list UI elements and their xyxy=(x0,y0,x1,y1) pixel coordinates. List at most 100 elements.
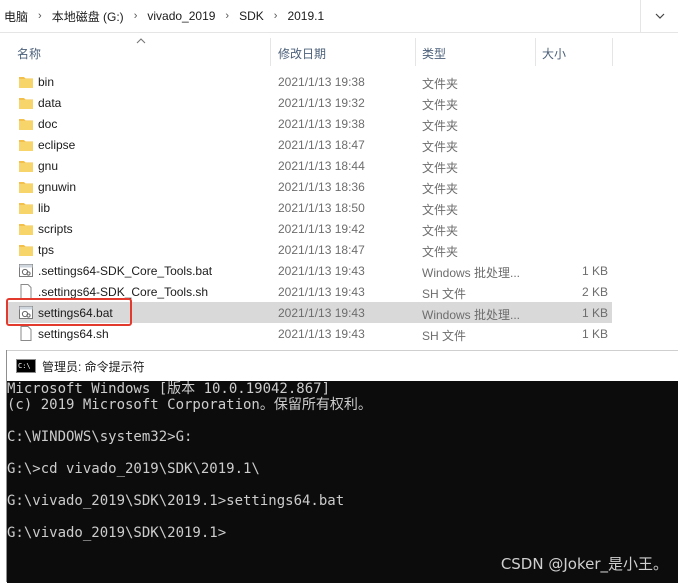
breadcrumb-vivado[interactable]: vivado_2019 xyxy=(143,9,219,23)
file-row[interactable]: settings64.sh 2021/1/13 19:43 SH 文件 1 KB xyxy=(8,323,612,344)
file-name: scripts xyxy=(38,222,73,236)
cmd-title-bar[interactable]: C:\ 管理员: 命令提示符 xyxy=(7,350,678,381)
breadcrumb-separator[interactable]: › xyxy=(268,10,284,22)
folder-icon xyxy=(18,116,34,131)
file-date: 2021/1/13 18:44 xyxy=(278,159,365,173)
sort-ascending-icon xyxy=(136,36,146,47)
file-name: eclipse xyxy=(38,138,76,152)
file-name: lib xyxy=(38,201,51,215)
file-name: .settings64-SDK_Core_Tools.sh xyxy=(38,285,209,299)
file-name: gnu xyxy=(38,159,59,173)
file-size: 1 KB xyxy=(581,264,608,278)
folder-icon xyxy=(18,242,34,257)
breadcrumb-separator[interactable]: › xyxy=(32,10,48,22)
folder-icon xyxy=(18,221,34,236)
column-divider[interactable] xyxy=(270,38,271,66)
breadcrumb-sdk[interactable]: SDK xyxy=(235,9,268,23)
file-name: doc xyxy=(38,117,58,131)
address-dropdown-chevron-icon[interactable] xyxy=(640,0,678,33)
column-header-date[interactable]: 修改日期 xyxy=(278,45,326,62)
file-date: 2021/1/13 19:38 xyxy=(278,75,365,89)
file-date: 2021/1/13 19:42 xyxy=(278,222,365,236)
cmd-line: C:\WINDOWS\system32>G: xyxy=(7,429,193,445)
folder-icon xyxy=(18,74,34,89)
file-date: 2021/1/13 19:43 xyxy=(278,264,365,278)
file-date: 2021/1/13 18:47 xyxy=(278,138,365,152)
cmd-line xyxy=(7,413,678,429)
file-type: 文件夹 xyxy=(422,203,459,217)
file-date: 2021/1/13 19:43 xyxy=(278,285,365,299)
file-type: 文件夹 xyxy=(422,98,459,112)
column-divider[interactable] xyxy=(415,38,416,66)
file-row[interactable]: data 2021/1/13 19:32 文件夹 xyxy=(8,92,612,113)
file-row[interactable]: tps 2021/1/13 18:47 文件夹 xyxy=(8,239,612,260)
file-row[interactable]: .settings64-SDK_Core_Tools.bat 2021/1/13 … xyxy=(8,260,612,281)
file-name: bin xyxy=(38,75,55,89)
folder-icon xyxy=(18,95,34,110)
file-type: 文件夹 xyxy=(422,245,459,259)
file-row[interactable]: doc 2021/1/13 19:38 文件夹 xyxy=(8,113,612,134)
cmd-line xyxy=(7,509,678,525)
file-type: 文件夹 xyxy=(422,182,459,196)
column-header-name[interactable]: 名称 xyxy=(17,45,41,62)
file-type: 文件夹 xyxy=(422,140,459,154)
column-header-row: 名称 修改日期 类型 大小 xyxy=(0,36,678,68)
file-row[interactable]: gnuwin 2021/1/13 18:36 文件夹 xyxy=(8,176,612,197)
file-type: 文件夹 xyxy=(422,119,459,133)
watermark: CSDN @Joker_是小王。 xyxy=(500,555,668,573)
file-date: 2021/1/13 19:32 xyxy=(278,96,365,110)
cmd-title: 管理员: 命令提示符 xyxy=(42,359,145,374)
highlight-box xyxy=(6,298,132,326)
file-date: 2021/1/13 18:50 xyxy=(278,201,365,215)
column-divider[interactable] xyxy=(535,38,536,66)
file-size: 2 KB xyxy=(581,285,608,299)
folder-icon xyxy=(18,158,34,173)
file-date: 2021/1/13 19:38 xyxy=(278,117,365,131)
cmd-icon: C:\ xyxy=(16,359,36,373)
cmd-line: G:\vivado_2019\SDK\2019.1>settings64.bat xyxy=(7,493,345,509)
column-header-type[interactable]: 类型 xyxy=(422,45,446,62)
file-row[interactable]: eclipse 2021/1/13 18:47 文件夹 xyxy=(8,134,612,155)
file-icon xyxy=(18,326,34,341)
file-date: 2021/1/13 19:43 xyxy=(278,327,365,341)
breadcrumb-computer[interactable]: 电脑 xyxy=(0,8,32,25)
cmd-line: G:\>cd vivado_2019\SDK\2019.1\ xyxy=(7,461,260,477)
breadcrumb-separator[interactable]: › xyxy=(219,10,235,22)
cmd-line: G:\vivado_2019\SDK\2019.1> xyxy=(7,525,227,541)
breadcrumb-separator[interactable]: › xyxy=(128,10,144,22)
breadcrumb-version[interactable]: 2019.1 xyxy=(283,9,328,23)
breadcrumb-drive[interactable]: 本地磁盘 (G:) xyxy=(48,8,128,25)
file-row[interactable]: lib 2021/1/13 18:50 文件夹 xyxy=(8,197,612,218)
file-name: gnuwin xyxy=(38,180,77,194)
cmd-line: Microsoft Windows [版本 10.0.19042.867] xyxy=(7,381,331,397)
cmd-line: (c) 2019 Microsoft Corporation。保留所有权利。 xyxy=(7,397,372,413)
folder-icon xyxy=(18,179,34,194)
address-bar[interactable]: 电脑 › 本地磁盘 (G:) › vivado_2019 › SDK › 201… xyxy=(0,0,640,33)
file-row[interactable]: bin 2021/1/13 19:38 文件夹 xyxy=(8,71,612,92)
file-name: settings64.sh xyxy=(38,327,109,341)
file-name: .settings64-SDK_Core_Tools.bat xyxy=(38,264,213,278)
file-date: 2021/1/13 19:43 xyxy=(278,306,365,320)
file-type: 文件夹 xyxy=(422,77,459,91)
cmd-line xyxy=(7,477,678,493)
file-size: 1 KB xyxy=(581,306,608,320)
file-type: Windows 批处理... xyxy=(422,266,521,280)
file-type: Windows 批处理... xyxy=(422,308,521,322)
file-date: 2021/1/13 18:36 xyxy=(278,180,365,194)
column-divider[interactable] xyxy=(612,38,613,66)
file-row[interactable]: scripts 2021/1/13 19:42 文件夹 xyxy=(8,218,612,239)
folder-icon xyxy=(18,137,34,152)
batch-file-icon xyxy=(18,263,34,278)
folder-icon xyxy=(18,200,34,215)
file-name: tps xyxy=(38,243,55,257)
file-type: SH 文件 xyxy=(422,287,467,301)
cmd-line xyxy=(7,445,678,461)
file-icon xyxy=(18,284,34,299)
column-header-size[interactable]: 大小 xyxy=(542,45,566,62)
file-size: 1 KB xyxy=(581,327,608,341)
file-date: 2021/1/13 18:47 xyxy=(278,243,365,257)
file-name: data xyxy=(38,96,62,110)
command-prompt-window[interactable]: C:\ 管理员: 命令提示符 Microsoft Windows [版本 10.… xyxy=(6,350,678,583)
file-type: SH 文件 xyxy=(422,329,467,343)
file-row[interactable]: gnu 2021/1/13 18:44 文件夹 xyxy=(8,155,612,176)
